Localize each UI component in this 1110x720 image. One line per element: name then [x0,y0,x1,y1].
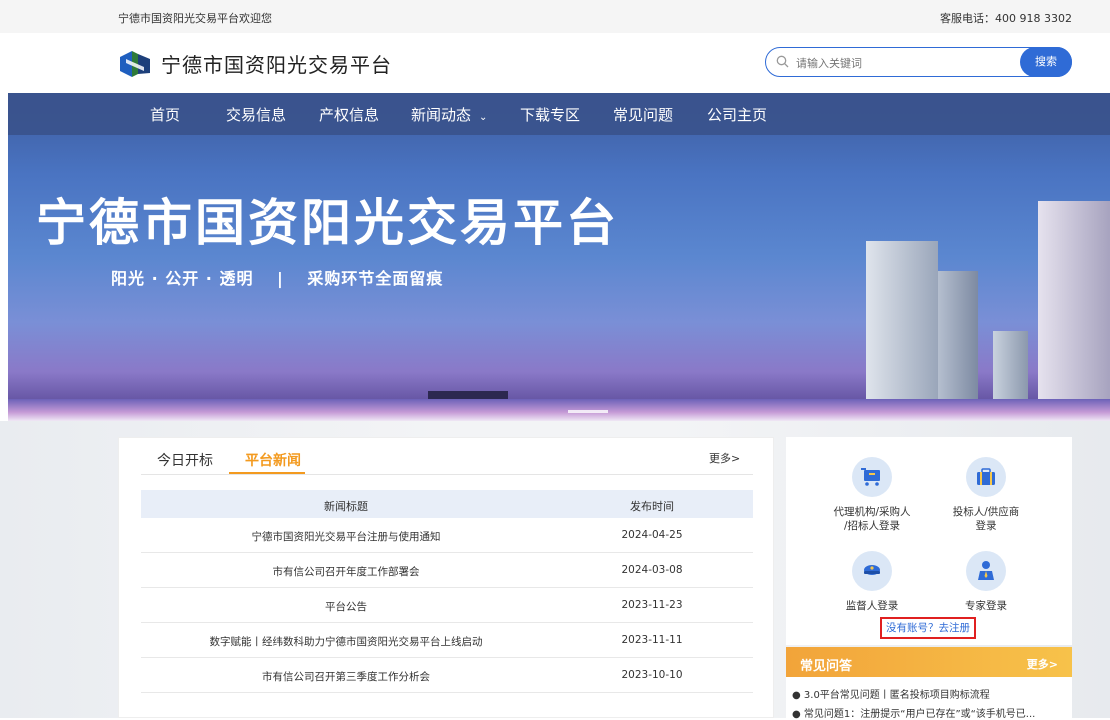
tab-today-bids[interactable]: 今日开标 [157,450,213,470]
expert-person-icon [966,551,1006,591]
carousel-indicator[interactable] [568,410,608,413]
agency-login-label-2: /招标人登录 [843,520,901,532]
expert-login-label: 专家登录 [965,600,1007,612]
banner-subtitle: 阳光 · 公开 · 透明 | 采购环节全面留痕 [111,269,444,288]
main-nav: 首页 交易信息 产权信息 新闻动态 ⌄ 下载专区 常见问题 公司主页 [8,93,1110,135]
column-header-date: 发布时间 [630,500,674,513]
login-panel: 代理机构/采购人 /招标人登录 投标人/供应商 登录 监督人登录 专家登录 [786,437,1072,645]
list-item[interactable]: ● 3.0平台常见问题丨匿名投标项目购标流程 [792,686,1068,701]
news-date: 2023-11-23 [621,599,683,611]
nav-item-property-info[interactable]: 产权信息 [319,104,379,125]
supervisor-login[interactable]: 监督人登录 [822,551,922,613]
news-more-link[interactable]: 更多> [709,450,740,466]
top-bar: 宁德市国资阳光交易平台欢迎您 客服电话：400 918 3302 [0,0,1110,33]
register-link[interactable]: 没有账号？去注册 [880,617,976,639]
briefcase-icon [966,457,1006,497]
news-title[interactable]: 宁德市国资阳光交易平台注册与使用通知 [141,529,551,544]
column-header-title: 新闻标题 [324,500,368,513]
faq-item-text[interactable]: 3.0平台常见问题丨匿名投标项目购标流程 [804,690,990,701]
search-button[interactable]: 搜索 [1020,47,1072,77]
bidder-login-label-2: 登录 [975,520,997,532]
nav-item-faq[interactable]: 常见问题 [613,104,673,125]
news-title[interactable]: 平台公告 [141,599,551,614]
table-row[interactable]: 市有信公司召开第三季度工作分析会 2023-10-10 [141,658,753,693]
nav-item-trade-info[interactable]: 交易信息 [226,104,286,125]
tab-platform-news[interactable]: 平台新闻 [245,450,301,470]
news-date: 2024-03-08 [621,564,683,576]
site-name[interactable]: 宁德市国资阳光交易平台 [161,49,392,78]
news-title[interactable]: 数字赋能丨经纬数科助力宁德市国资阳光交易平台上线启动 [141,634,551,649]
nav-item-company[interactable]: 公司主页 [707,104,767,125]
nav-item-news[interactable]: 新闻动态 ⌄ [411,104,487,125]
city-skyline-illustration [8,201,1110,421]
platform-logo-icon[interactable] [118,49,152,79]
agency-login[interactable]: 代理机构/采购人 /招标人登录 [822,457,922,533]
faq-header: 常见问答 更多> [786,647,1072,677]
agency-login-label-1: 代理机构/采购人 [833,506,911,518]
news-table-header: 新闻标题 发布时间 [141,490,753,518]
search-input[interactable] [796,53,996,73]
welcome-text: 宁德市国资阳光交易平台欢迎您 [118,12,272,25]
service-phone: 客服电话：400 918 3302 [940,12,1072,25]
table-row[interactable]: 市有信公司召开年度工作部署会 2024-03-08 [141,553,753,588]
bidder-login[interactable]: 投标人/供应商 登录 [936,457,1036,533]
nav-item-news-label: 新闻动态 [411,106,472,124]
cart-icon [852,457,892,497]
banner-title: 宁德市国资阳光交易平台 [36,194,619,252]
news-panel: 今日开标 平台新闻 更多> 新闻标题 发布时间 宁德市国资阳光交易平台注册与使用… [118,437,774,718]
supervisor-login-label: 监督人登录 [845,600,899,612]
chevron-down-icon: ⌄ [479,112,488,123]
news-title[interactable]: 市有信公司召开年度工作部署会 [141,564,551,579]
officer-cap-icon [852,551,892,591]
news-date: 2023-10-10 [621,669,683,681]
nav-item-home[interactable]: 首页 [150,104,180,125]
table-row[interactable]: 平台公告 2023-11-23 [141,588,753,623]
expert-login[interactable]: 专家登录 [936,551,1036,613]
faq-item-text[interactable]: 常见问题1：注册提示“用户已存在”或“该手机号已... [804,709,1035,720]
news-title[interactable]: 市有信公司召开第三季度工作分析会 [141,669,551,684]
active-tab-indicator [229,472,305,474]
table-row[interactable]: 宁德市国资阳光交易平台注册与使用通知 2024-04-25 [141,518,753,553]
faq-panel: 常见问答 更多> ● 3.0平台常见问题丨匿名投标项目购标流程 ● 常见问题1：… [786,647,1072,720]
header: 宁德市国资阳光交易平台 搜索 [0,33,1110,93]
hero-banner: 首页 交易信息 产权信息 新闻动态 ⌄ 下载专区 常见问题 公司主页 宁德市国资阳… [8,93,1110,421]
bidder-login-label-1: 投标人/供应商 [952,506,1020,518]
news-date: 2023-11-11 [621,634,683,646]
faq-more-link[interactable]: 更多> [1027,656,1058,672]
table-row[interactable]: 数字赋能丨经纬数科助力宁德市国资阳光交易平台上线启动 2023-11-11 [141,623,753,658]
search-icon [776,55,789,68]
tab-divider [141,474,753,475]
search-box: 搜索 [765,47,1072,77]
nav-item-downloads[interactable]: 下载专区 [520,104,580,125]
news-date: 2024-04-25 [621,529,683,541]
faq-title: 常见问答 [800,659,853,674]
